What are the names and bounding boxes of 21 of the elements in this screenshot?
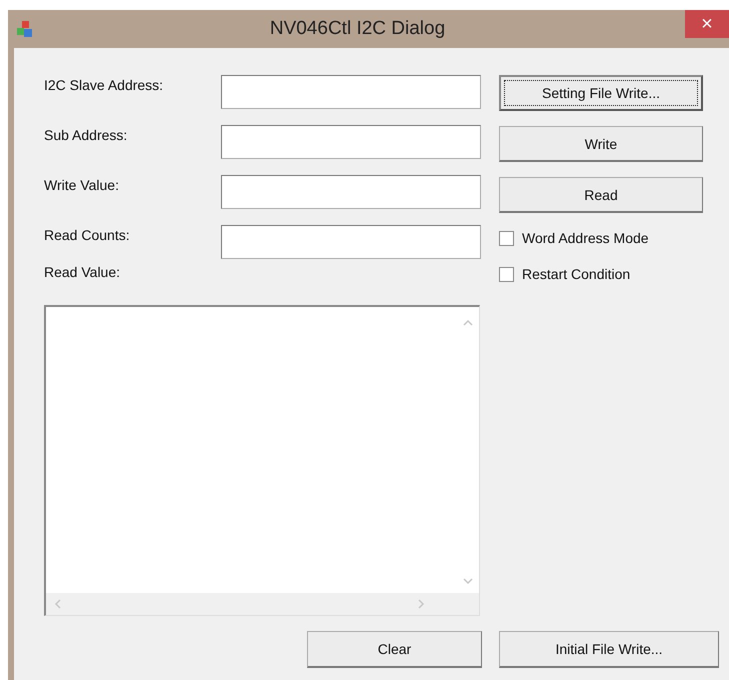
- action-button[interactable]: Read: [499, 177, 703, 213]
- field-label: Read Counts:: [44, 226, 131, 243]
- text-field[interactable]: [221, 125, 481, 159]
- field-label: Sub Address:: [44, 126, 128, 143]
- text-field[interactable]: [221, 175, 481, 209]
- action-button[interactable]: Clear: [307, 631, 482, 668]
- read-value-label: Read Value:: [44, 263, 122, 280]
- text-field[interactable]: [221, 225, 481, 259]
- checkbox[interactable]: [499, 230, 514, 246]
- close-button[interactable]: ×: [685, 10, 729, 38]
- field-label: I2C Slave Address:: [44, 76, 164, 93]
- action-button[interactable]: Setting File Write...: [499, 75, 703, 111]
- action-button[interactable]: Initial File Write...: [499, 631, 719, 668]
- cubes-icon: [16, 20, 34, 38]
- checkbox-label: Word Address Mode: [522, 230, 649, 246]
- checkbox[interactable]: [499, 266, 514, 282]
- field-label: Write Value:: [44, 176, 120, 193]
- action-button[interactable]: Write: [499, 126, 703, 162]
- window-title: NV046Ctl I2C Dialog: [268, 18, 446, 40]
- checkbox-label: Restart Condition: [522, 266, 630, 282]
- text-field[interactable]: [221, 75, 481, 109]
